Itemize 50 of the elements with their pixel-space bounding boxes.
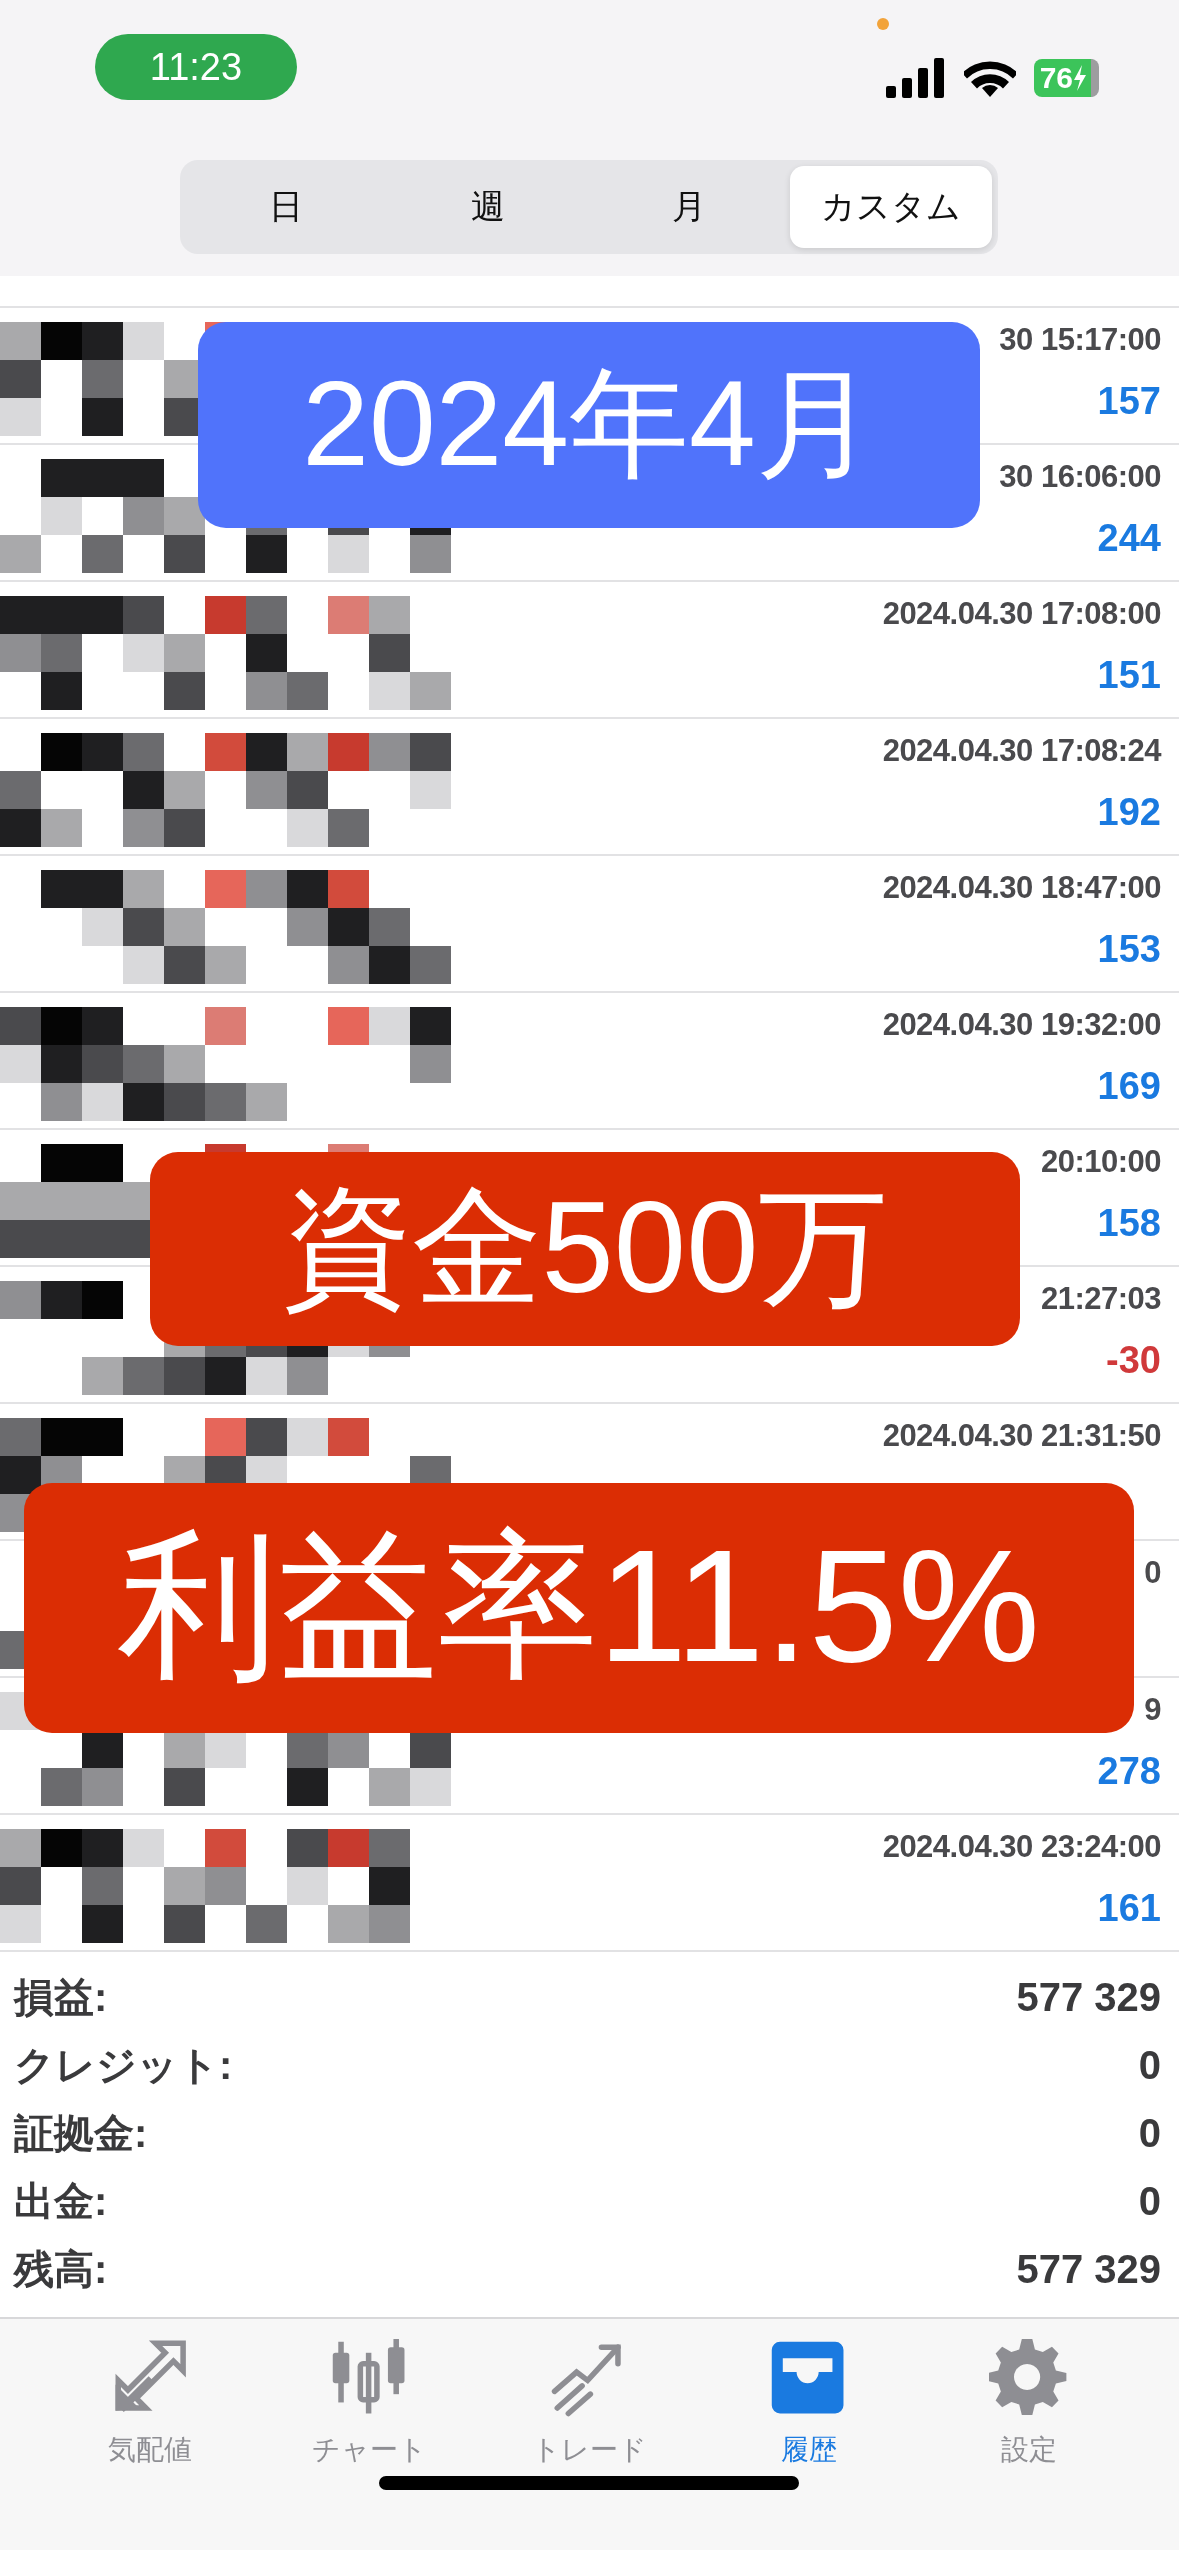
tab-bar-item[interactable]: 設定 bbox=[939, 2339, 1120, 2469]
deal-time: 30 16:06:00 bbox=[999, 459, 1161, 495]
deal-profit: 278 bbox=[1097, 1750, 1161, 1793]
deal-profit: 153 bbox=[1097, 928, 1161, 971]
summary-label: 出金: bbox=[14, 2177, 108, 2225]
tab-bar-item[interactable]: トレード bbox=[499, 2339, 680, 2469]
caption-banner: 資金500万 bbox=[150, 1152, 1020, 1346]
summary-label: 残高: bbox=[14, 2245, 108, 2293]
deal-time: 2024.04.30 17:08:24 bbox=[882, 733, 1161, 769]
caption-banner: 利益率11.5% bbox=[24, 1483, 1134, 1733]
deal-time: 9 bbox=[1144, 1692, 1161, 1728]
tab-bar-item[interactable]: チャート bbox=[279, 2339, 460, 2469]
deal-time: 0 bbox=[1144, 1555, 1161, 1591]
segment-tab[interactable]: 週 bbox=[387, 166, 589, 248]
deal-profit: 158 bbox=[1097, 1202, 1161, 1245]
summary-label: 損益: bbox=[14, 1973, 108, 2021]
deal-profit: 157 bbox=[1097, 380, 1161, 423]
summary-value: 0 bbox=[1138, 2042, 1161, 2088]
segment-tab[interactable]: 月 bbox=[588, 166, 790, 248]
clock-time: 11:23 bbox=[95, 34, 297, 100]
deal-time: 2024.04.30 18:47:00 bbox=[882, 870, 1161, 906]
summary-label: 証拠金: bbox=[14, 2109, 148, 2157]
wifi-icon bbox=[963, 59, 1016, 97]
summary-label: クレジット: bbox=[14, 2041, 233, 2089]
deal-time: 20:10:00 bbox=[1040, 1144, 1161, 1180]
segment-tab[interactable]: カスタム bbox=[790, 166, 992, 248]
charging-bolt-icon bbox=[1073, 65, 1087, 91]
deal-time: 2024.04.30 21:31:50 bbox=[882, 1418, 1161, 1454]
deal-profit: 151 bbox=[1097, 654, 1161, 697]
deal-profit: 169 bbox=[1097, 1065, 1161, 1108]
deal-profit: -30 bbox=[1106, 1339, 1161, 1382]
tab-bar-item[interactable]: 履歴 bbox=[719, 2339, 900, 2469]
tab-bar-item[interactable]: 気配値 bbox=[59, 2339, 240, 2469]
deal-time: 30 15:17:00 bbox=[999, 322, 1161, 358]
signal-icon bbox=[885, 58, 946, 98]
deal-time: 21:27:03 bbox=[1040, 1281, 1161, 1317]
summary-value: 0 bbox=[1138, 2110, 1161, 2156]
summary-value: 577 329 bbox=[1016, 2246, 1161, 2292]
summary-value: 0 bbox=[1138, 2178, 1161, 2224]
summary-value: 577 329 bbox=[1016, 1974, 1161, 2020]
deal-time: 2024.04.30 17:08:00 bbox=[882, 596, 1161, 632]
deal-profit: 161 bbox=[1097, 1887, 1161, 1930]
deal-time: 2024.04.30 19:32:00 bbox=[882, 1007, 1161, 1043]
caption-banner: 2024年4月 bbox=[198, 322, 980, 528]
battery-indicator: 76 bbox=[1033, 59, 1099, 97]
deal-profit: 192 bbox=[1097, 791, 1161, 834]
segment-tab[interactable]: 日 bbox=[185, 166, 387, 248]
deal-time: 2024.04.30 23:24:00 bbox=[882, 1829, 1161, 1865]
deal-profit: 244 bbox=[1097, 517, 1161, 560]
privacy-dot bbox=[876, 18, 889, 30]
